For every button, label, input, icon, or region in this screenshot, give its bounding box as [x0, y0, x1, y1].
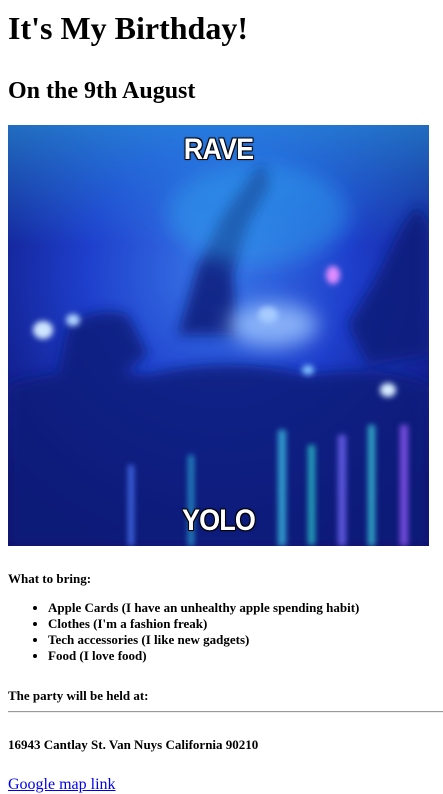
list-item: Clothes (I'm a fashion freak)	[48, 616, 435, 632]
meme-bottom-caption: YOLO	[182, 504, 256, 537]
google-map-link[interactable]: Google map link	[8, 776, 116, 794]
rave-crowd-picture	[8, 125, 429, 546]
page-title: It's My Birthday!	[8, 10, 248, 46]
meme-top-caption: RAVE	[183, 133, 254, 166]
bring-list: Apple Cards (I have an unhealthy apple s…	[8, 600, 435, 664]
divider	[8, 711, 443, 713]
list-item: Tech accessories (I like new gadgets)	[48, 632, 435, 648]
event-date-heading: On the 9th August	[8, 78, 196, 104]
party-location-heading: The party will be held at:	[8, 688, 149, 703]
page: It's My Birthday! On the 9th August RAVE…	[0, 0, 443, 794]
rave-meme-image: RAVE YOLO	[8, 125, 429, 546]
list-item: Apple Cards (I have an unhealthy apple s…	[48, 600, 435, 616]
list-item: Food (I love food)	[48, 648, 435, 664]
what-to-bring-heading: What to bring:	[8, 571, 92, 586]
party-address: 16943 Cantlay St. Van Nuys California 90…	[8, 737, 259, 752]
